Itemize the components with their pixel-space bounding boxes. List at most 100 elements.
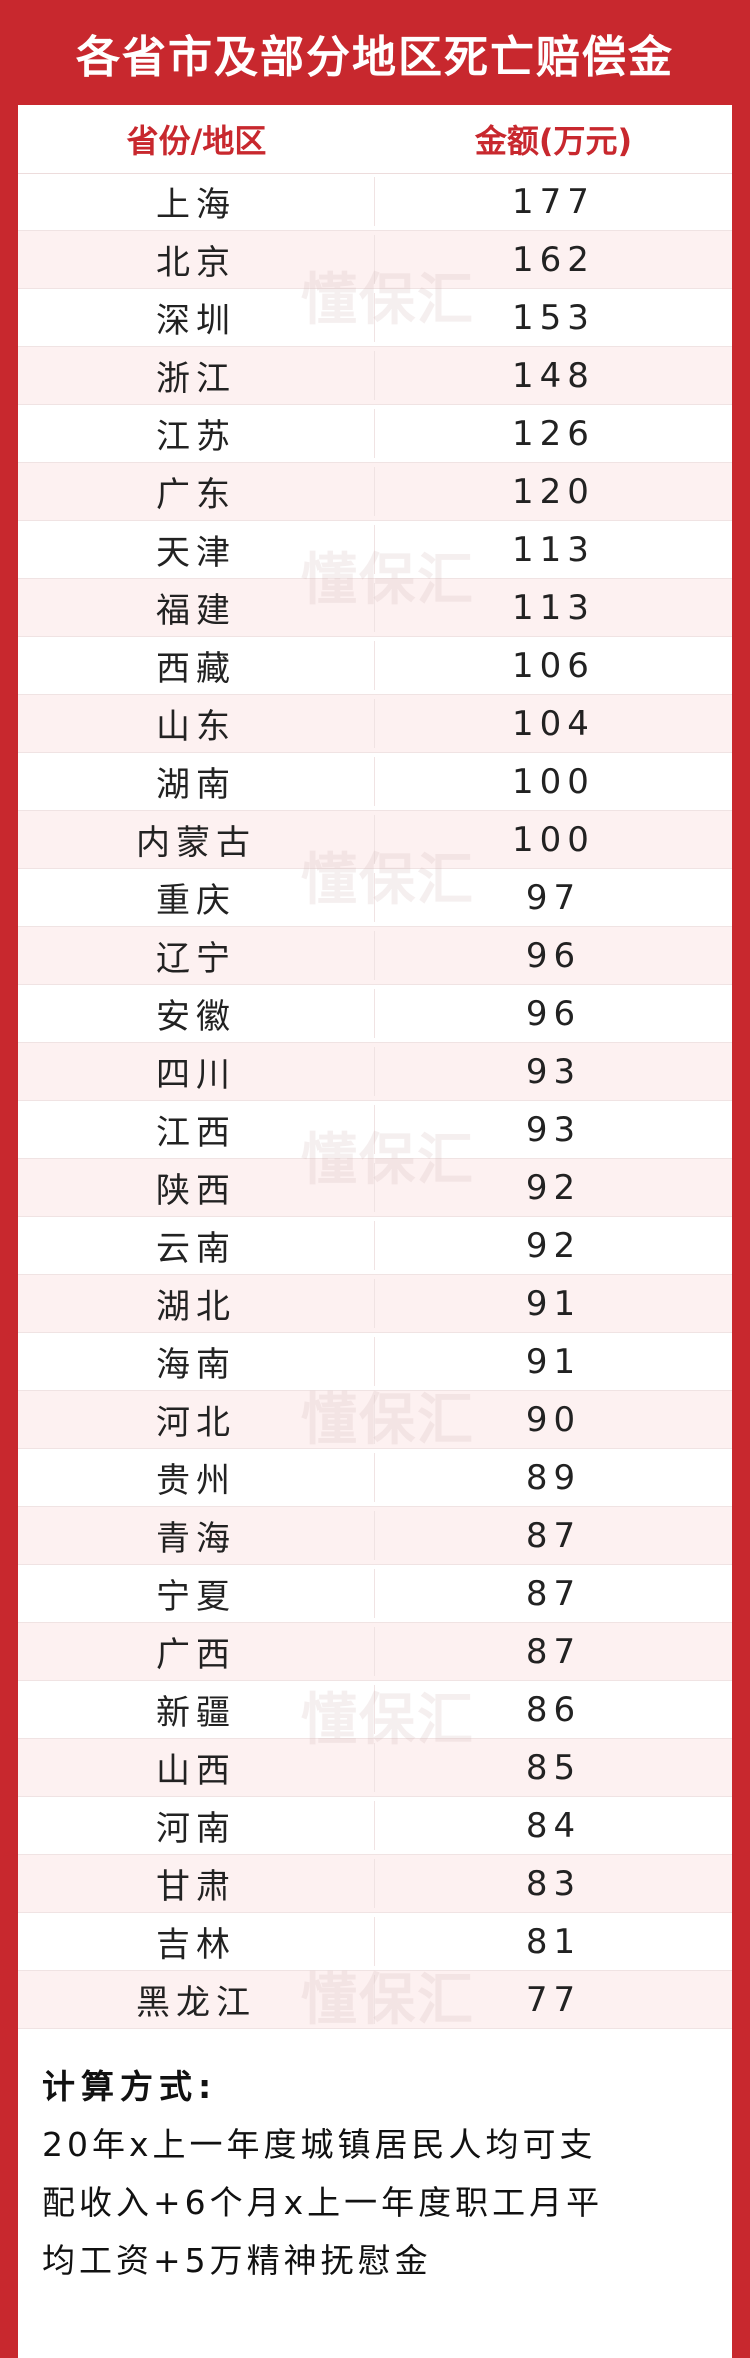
region-cell: 贵州 [18, 1453, 375, 1502]
amount-cell: 87 [525, 1631, 582, 1672]
region-cell: 广西 [18, 1627, 375, 1676]
region-cell: 湖南 [18, 757, 375, 806]
column-header-region: 省份/地区 [126, 122, 267, 160]
table-row: 深圳 153 [18, 289, 732, 347]
amount-cell: 96 [525, 935, 582, 976]
table-row: 天津 113 [18, 521, 732, 579]
formula-note: 计算方式: 20年x上一年度城镇居民人均可支 配收入+6个月x上一年度职工月平 … [42, 2058, 702, 2290]
table-row: 福建 113 [18, 579, 732, 637]
table-row: 湖南 100 [18, 753, 732, 811]
region-cell: 深圳 [18, 293, 375, 342]
region-cell: 西藏 [18, 641, 375, 690]
region-cell: 青海 [18, 1511, 375, 1560]
compensation-table-card: 省份/地区 金额(万元) 上海 177 北京 162 深圳 153 浙江 148 江苏 126 广东… [18, 105, 732, 2358]
amount-cell: 84 [525, 1805, 582, 1846]
region-cell: 黑龙江 [18, 1975, 375, 2024]
region-cell: 福建 [18, 583, 375, 632]
amount-cell: 100 [512, 761, 595, 802]
column-header-amount: 金额(万元) [474, 122, 633, 160]
table-row: 广东 120 [18, 463, 732, 521]
formula-heading: 计算方式: [42, 2067, 218, 2106]
region-cell: 河南 [18, 1801, 375, 1850]
amount-cell: 85 [525, 1747, 582, 1788]
amount-cell: 86 [525, 1689, 582, 1730]
table-row: 江苏 126 [18, 405, 732, 463]
region-cell: 四川 [18, 1047, 375, 1096]
table-row: 广西 87 [18, 1623, 732, 1681]
table-row: 浙江 148 [18, 347, 732, 405]
region-cell: 甘肃 [18, 1859, 375, 1908]
amount-cell: 113 [512, 529, 595, 570]
table-header: 省份/地区 金额(万元) [18, 105, 732, 174]
region-cell: 吉林 [18, 1917, 375, 1966]
amount-cell: 113 [512, 587, 595, 628]
table-row: 上海 177 [18, 173, 732, 231]
region-cell: 河北 [18, 1395, 375, 1444]
table-row: 重庆 97 [18, 869, 732, 927]
formula-line: 20年x上一年度城镇居民人均可支 [42, 2125, 597, 2164]
region-cell: 江西 [18, 1105, 375, 1154]
region-cell: 云南 [18, 1221, 375, 1270]
amount-cell: 126 [512, 413, 595, 454]
table-row: 四川 93 [18, 1043, 732, 1101]
region-cell: 内蒙古 [18, 815, 375, 864]
table-row: 河北 90 [18, 1391, 732, 1449]
amount-cell: 90 [525, 1399, 582, 1440]
amount-cell: 77 [525, 1979, 582, 2020]
amount-cell: 93 [525, 1109, 582, 1150]
table-row: 山西 85 [18, 1739, 732, 1797]
region-cell: 北京 [18, 235, 375, 284]
amount-cell: 89 [525, 1457, 582, 1498]
table-row: 安徽 96 [18, 985, 732, 1043]
region-cell: 陕西 [18, 1163, 375, 1212]
table-row: 甘肃 83 [18, 1855, 732, 1913]
amount-cell: 87 [525, 1515, 582, 1556]
amount-cell: 97 [525, 877, 582, 918]
table-row: 江西 93 [18, 1101, 732, 1159]
amount-cell: 91 [525, 1341, 582, 1382]
amount-cell: 92 [525, 1225, 582, 1266]
table-body: 上海 177 北京 162 深圳 153 浙江 148 江苏 126 广东 120 天津 113 福建 113… [18, 173, 732, 2029]
table-row: 河南 84 [18, 1797, 732, 1855]
region-cell: 安徽 [18, 989, 375, 1038]
table-row: 陕西 92 [18, 1159, 732, 1217]
region-cell: 辽宁 [18, 931, 375, 980]
region-cell: 海南 [18, 1337, 375, 1386]
region-cell: 新疆 [18, 1685, 375, 1734]
amount-cell: 91 [525, 1283, 582, 1324]
table-row: 黑龙江 77 [18, 1971, 732, 2029]
table-row: 北京 162 [18, 231, 732, 289]
region-cell: 江苏 [18, 409, 375, 458]
amount-cell: 177 [512, 181, 595, 222]
region-cell: 湖北 [18, 1279, 375, 1328]
region-cell: 浙江 [18, 351, 375, 400]
amount-cell: 120 [512, 471, 595, 512]
table-row: 新疆 86 [18, 1681, 732, 1739]
amount-cell: 153 [512, 297, 595, 338]
table-row: 辽宁 96 [18, 927, 732, 985]
table-row: 湖北 91 [18, 1275, 732, 1333]
amount-cell: 81 [525, 1921, 582, 1962]
amount-cell: 106 [512, 645, 595, 686]
page-title: 各省市及部分地区死亡赔偿金 [76, 31, 674, 83]
table-row: 贵州 89 [18, 1449, 732, 1507]
region-cell: 广东 [18, 467, 375, 516]
table-row: 内蒙古 100 [18, 811, 732, 869]
region-cell: 重庆 [18, 873, 375, 922]
region-cell: 天津 [18, 525, 375, 574]
amount-cell: 96 [525, 993, 582, 1034]
region-cell: 宁夏 [18, 1569, 375, 1618]
amount-cell: 87 [525, 1573, 582, 1614]
formula-line: 均工资+5万精神抚慰金 [42, 2241, 432, 2280]
table-row: 海南 91 [18, 1333, 732, 1391]
region-cell: 山东 [18, 699, 375, 748]
table-row: 云南 92 [18, 1217, 732, 1275]
formula-line: 配收入+6个月x上一年度职工月平 [42, 2183, 604, 2222]
amount-cell: 83 [525, 1863, 582, 1904]
table-row: 西藏 106 [18, 637, 732, 695]
table-row: 山东 104 [18, 695, 732, 753]
region-cell: 上海 [18, 177, 375, 226]
amount-cell: 93 [525, 1051, 582, 1092]
table-row: 宁夏 87 [18, 1565, 732, 1623]
amount-cell: 100 [512, 819, 595, 860]
